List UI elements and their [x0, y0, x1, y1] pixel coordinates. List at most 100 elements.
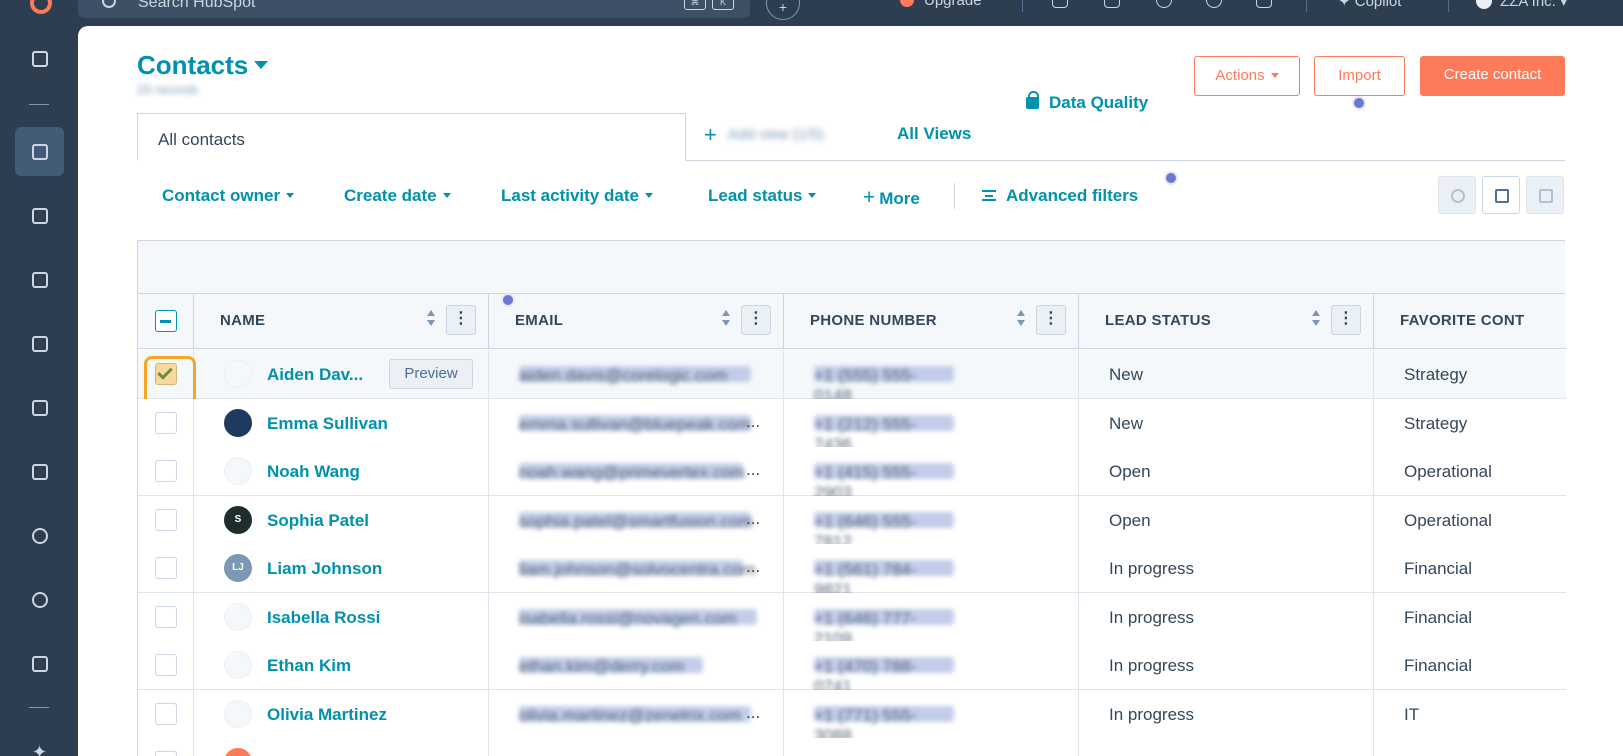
upgrade-icon [900, 0, 914, 7]
table-row[interactable]: Emma Sullivan emma.sullivan@bluepeak.com.… [138, 398, 1566, 454]
contact-name-link[interactable]: Sophia Patel [267, 511, 369, 531]
filter-create-date[interactable]: Create date [344, 186, 451, 206]
name-cell: Emma Sullivan [194, 398, 489, 448]
wallet-icon [32, 400, 48, 416]
company-avatar [224, 408, 252, 437]
sidebar-item-marketing[interactable] [15, 191, 64, 240]
sidebar-item-data-management[interactable] [15, 511, 64, 560]
add-view-plus-icon[interactable]: + [704, 122, 717, 148]
copilot-button[interactable]: ✦ Copilot [1338, 0, 1401, 10]
preview-button[interactable]: Preview [389, 359, 473, 389]
email-cell: olivia.martinez@zenetrix.com... [489, 689, 784, 739]
email-cell: aiden.davis@corelogic.com [489, 350, 784, 399]
contact-name-link[interactable]: Isabella Rossi [267, 608, 380, 628]
table-row[interactable]: Noah Wang noah.wang@primevertex.com... +1 … [138, 447, 1566, 502]
import-button[interactable]: Import [1314, 56, 1405, 96]
table-row[interactable]: Isabella Rossi isabella.rossi@novagen.com… [138, 592, 1566, 648]
global-search-input[interactable]: Search HubSpot ⌘ K [78, 0, 750, 18]
lead-status-cell: Open [1079, 447, 1374, 496]
sidebar-item-reporting[interactable] [15, 639, 64, 688]
more-filters-button[interactable]: + More [863, 186, 920, 210]
advanced-filters-button[interactable]: Advanced filters [982, 186, 1138, 206]
contact-name-link[interactable]: Olivia Martinez [267, 705, 387, 725]
save-view-button[interactable] [1526, 176, 1564, 214]
sort-icon[interactable] [427, 310, 435, 330]
calling-icon[interactable] [1052, 0, 1068, 8]
row-checkbox[interactable] [155, 654, 177, 676]
quick-create-button[interactable]: + [766, 0, 800, 20]
sidebar-item-content[interactable] [15, 255, 64, 304]
contact-name-link[interactable]: Liam Johnson [267, 559, 382, 579]
row-checkbox[interactable] [155, 363, 177, 385]
contact-name-link[interactable]: Emma Sullivan [267, 414, 388, 434]
column-header-name[interactable]: NAME ⋮ [194, 294, 489, 349]
sidebar-item-commerce[interactable] [15, 319, 64, 368]
object-selector-dropdown[interactable]: Contacts [137, 50, 269, 81]
sort-icon[interactable] [1312, 310, 1320, 330]
lead-status-cell: In progress [1079, 544, 1374, 593]
table-row[interactable]: Ethan Kim ethan.kim@derry.com +1 (470) 788… [138, 641, 1566, 696]
table-row[interactable]: Aiden Dav... Preview aiden.davis@corelogic… [138, 350, 1566, 406]
table-row[interactable]: S Sophia Patel sophia.patel@smartfusion.co… [138, 495, 1566, 551]
favorite-cell: Operational [1374, 496, 1574, 545]
row-checkbox[interactable] [155, 508, 177, 531]
column-header-phone[interactable]: PHONE NUMBER ⋮ [784, 294, 1079, 349]
column-menu-button[interactable]: ⋮ [1036, 305, 1066, 335]
account-menu[interactable]: ZZA Inc. ▾ [1476, 0, 1568, 10]
sidebar-item-ai[interactable]: ✦ [15, 728, 64, 756]
row-checkbox[interactable] [155, 605, 177, 628]
lead-status-value: In progress [1109, 607, 1195, 627]
select-all-checkbox[interactable] [155, 310, 177, 332]
table-row[interactable]: Olivia Martinez olivia.martinez@zenetrix.… [138, 689, 1566, 745]
sort-icon[interactable] [1017, 310, 1025, 330]
row-checkbox[interactable] [155, 557, 177, 579]
filter-lead-status[interactable]: Lead status [708, 186, 817, 206]
data-quality-button[interactable]: Data Quality [1026, 84, 1166, 124]
row-checkbox[interactable] [155, 460, 177, 482]
contact-name-link[interactable]: Ethan Kim [267, 656, 351, 676]
table-row[interactable]: LJ Liam Johnson liam.johnson@solvocentra.c… [138, 544, 1566, 599]
bookmark-icon [32, 51, 48, 67]
actions-dropdown-button[interactable]: Actions [1194, 56, 1300, 96]
settings-gear-icon[interactable] [1206, 0, 1222, 8]
table-row[interactable] [138, 738, 1566, 756]
column-menu-button[interactable]: ⋮ [741, 305, 771, 335]
hubspot-logo-icon[interactable] [30, 0, 52, 14]
all-views-link[interactable]: All Views [897, 124, 971, 144]
phone-cell: +1 (646) 555-7812 [784, 495, 1079, 551]
favorite-cell: Financial [1374, 641, 1574, 690]
sidebar-item-bookmarks[interactable] [15, 34, 64, 83]
row-checkbox[interactable] [155, 411, 177, 434]
row-checkbox[interactable] [155, 751, 177, 756]
filter-last-activity-date[interactable]: Last activity date [501, 186, 653, 206]
notifications-bell-icon[interactable] [1256, 0, 1272, 8]
sort-icon[interactable] [722, 310, 730, 330]
sidebar-item-service[interactable] [15, 447, 64, 496]
email-value: olivia.martinez@zenetrix.com [519, 705, 751, 725]
create-contact-button[interactable]: Create contact [1420, 56, 1565, 96]
tab-all-contacts[interactable]: All contacts [137, 113, 686, 161]
contact-name-link[interactable]: Aiden Dav... [267, 365, 363, 385]
sidebar-item-automation[interactable] [15, 575, 64, 624]
clone-view-button[interactable] [1482, 176, 1520, 214]
left-sidebar: ✦ [0, 26, 78, 756]
phone-value: +1 (646) 777-2109 [814, 608, 954, 648]
email-value: isabella.rossi@novagen.com [519, 608, 757, 628]
sidebar-item-sales[interactable] [15, 383, 64, 432]
marketplace-icon[interactable] [1104, 0, 1120, 8]
help-icon[interactable] [1156, 0, 1172, 8]
column-menu-button[interactable]: ⋮ [446, 305, 476, 335]
column-header-email[interactable]: EMAIL ⋮ [489, 294, 784, 349]
sidebar-item-contacts[interactable] [15, 127, 64, 176]
row-checkbox[interactable] [155, 702, 177, 725]
contact-name-link[interactable]: Noah Wang [267, 462, 360, 482]
column-header-favorite[interactable]: FAVORITE CONT [1374, 294, 1574, 349]
email-cell: liam.johnson@solvocentra.com... [489, 544, 784, 593]
phone-cell: +1 (415) 555-2903 [784, 447, 1079, 502]
undo-button[interactable] [1438, 176, 1476, 214]
filter-contact-owner[interactable]: Contact owner [162, 186, 295, 206]
upgrade-button[interactable]: Upgrade [900, 0, 982, 9]
column-menu-button[interactable]: ⋮ [1331, 305, 1361, 335]
column-header-lead-status[interactable]: LEAD STATUS ⋮ [1079, 294, 1374, 349]
add-view-label[interactable]: Add view (1/5) [728, 126, 824, 143]
